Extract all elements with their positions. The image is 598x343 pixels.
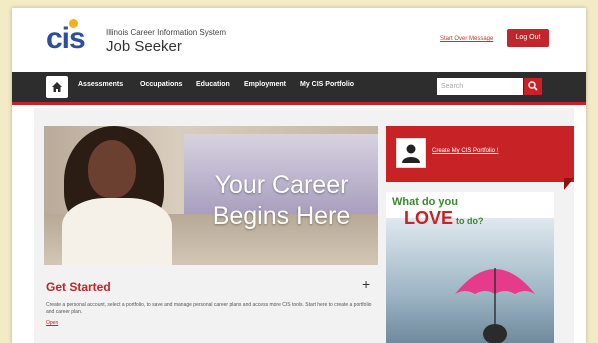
- create-portfolio-link[interactable]: Create My CIS Portfolio !: [432, 148, 498, 154]
- system-name: Illinois Career Information System: [106, 28, 227, 37]
- plus-icon[interactable]: +: [362, 276, 370, 292]
- portfolio-panel: Create My CIS Portfolio !: [386, 126, 574, 190]
- nav-employment[interactable]: Employment: [244, 81, 286, 88]
- love-promo[interactable]: What do you LOVE to do?: [386, 192, 554, 343]
- search-input[interactable]: Search: [437, 78, 523, 95]
- promo-line-2: LOVE to do?: [404, 208, 484, 229]
- app-name: Job Seeker: [106, 38, 182, 55]
- promo-line-1: What do you: [392, 196, 458, 208]
- get-started-title: Get Started: [46, 280, 111, 294]
- search-icon: [528, 81, 538, 91]
- nav-education[interactable]: Education: [196, 81, 230, 88]
- logout-button[interactable]: Log Out: [507, 29, 549, 47]
- umbrella-icon: [455, 268, 535, 343]
- main-nav: Assessments Occupations Education Employ…: [12, 72, 586, 105]
- home-icon: [52, 82, 62, 92]
- hero-headline: Your Career Begins Here: [194, 170, 369, 232]
- logo-mark: cis: [46, 19, 86, 56]
- hero-line-2: Begins Here: [212, 202, 351, 230]
- hero-banner[interactable]: Your Career Begins Here: [44, 126, 378, 265]
- user-icon: [402, 144, 420, 163]
- search-button[interactable]: [524, 78, 542, 95]
- hero-line-1: Your Career: [214, 171, 349, 199]
- header-link[interactable]: Start Over Message: [440, 36, 493, 42]
- logo-dot: [69, 19, 78, 28]
- avatar[interactable]: [396, 138, 426, 168]
- browser-page: cis Illinois Career Information System J…: [12, 8, 586, 343]
- nav-assessments[interactable]: Assessments: [78, 81, 123, 88]
- hero-person-body: [62, 198, 172, 265]
- get-started-description: Create a personal account, select a port…: [46, 302, 372, 315]
- promo-love-word: LOVE: [404, 208, 454, 228]
- promo-line-2-rest: to do?: [456, 216, 484, 226]
- main-content: Your Career Begins Here Get Started + Cr…: [34, 108, 574, 343]
- nav-my-cis-portfolio[interactable]: My CIS Portfolio: [300, 81, 354, 88]
- nav-occupations[interactable]: Occupations: [140, 81, 182, 88]
- get-started-link[interactable]: Open: [46, 320, 58, 326]
- site-header: cis Illinois Career Information System J…: [12, 8, 586, 70]
- home-button[interactable]: [46, 76, 68, 98]
- hero-person-face: [88, 140, 136, 198]
